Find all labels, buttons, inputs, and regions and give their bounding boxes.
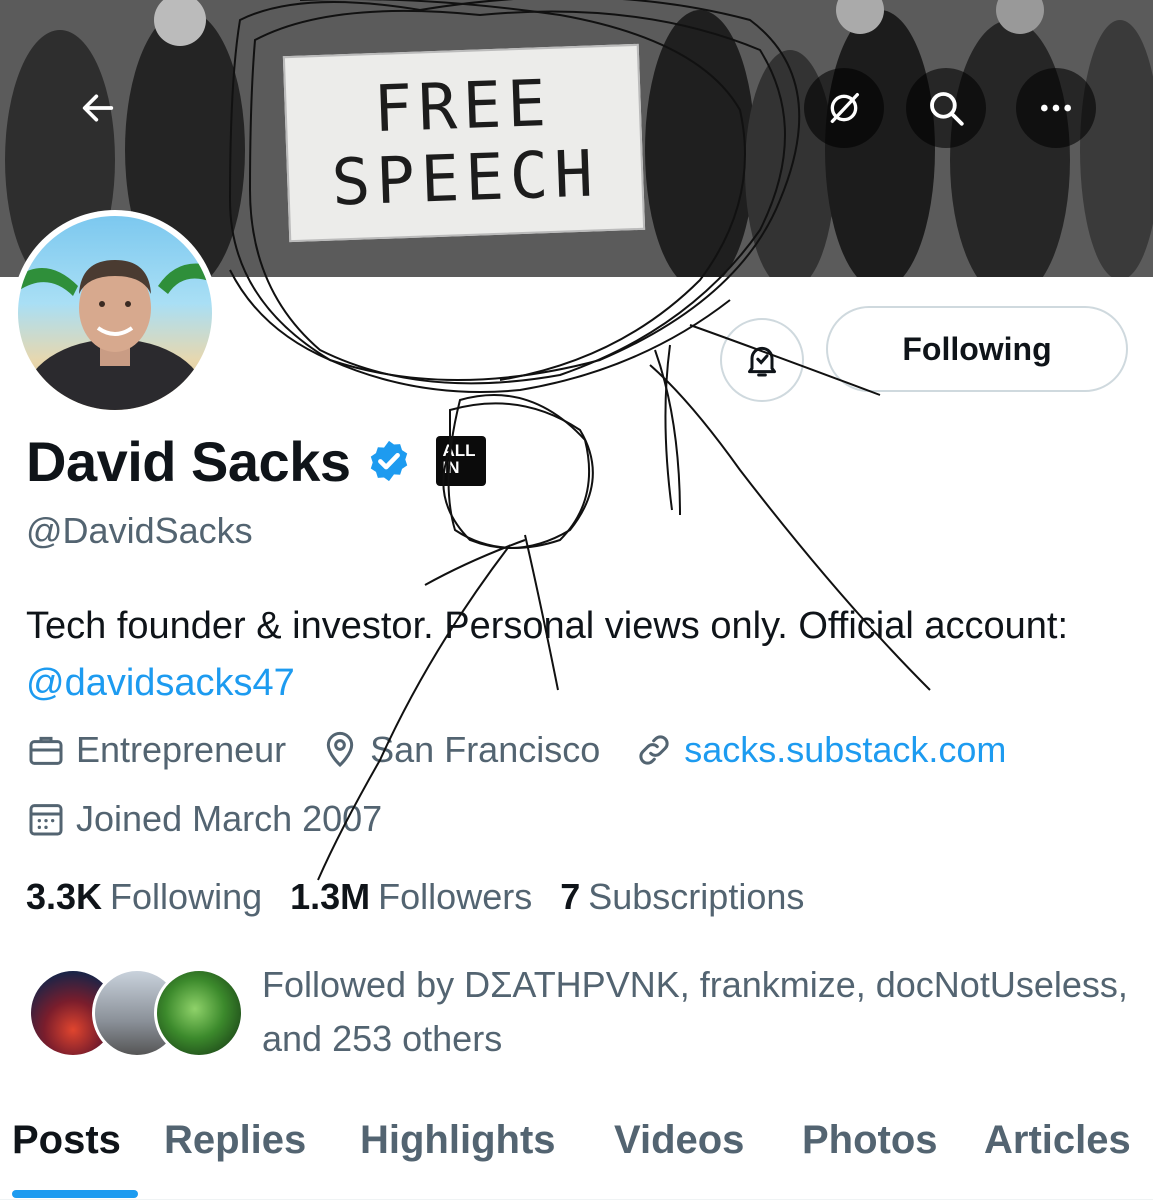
more-icon [1041, 104, 1071, 112]
bio-mention-link[interactable]: @davidsacks47 [26, 662, 295, 704]
location-text: San Francisco [370, 729, 601, 770]
briefcase-icon [29, 736, 63, 765]
followed-by-avatars[interactable] [28, 968, 244, 1060]
followers-stat[interactable]: 1.3M Followers [290, 876, 532, 918]
profile-avatar[interactable] [12, 210, 218, 416]
affiliation-badge[interactable]: ALL IN [436, 436, 487, 486]
profile-tabs: Posts Replies Highlights Videos Photos A… [0, 1110, 1153, 1200]
location-item: San Francisco [320, 729, 600, 771]
joined-item: Joined March 2007 [26, 798, 382, 840]
follower-avatar [154, 968, 244, 1058]
profile-name-row: David Sacks ALL IN [26, 428, 487, 494]
joined-text: Joined March 2007 [76, 798, 383, 839]
search-button[interactable] [906, 68, 986, 148]
tab-videos[interactable]: Videos [614, 1118, 744, 1163]
website-item[interactable]: sacks.substack.com [634, 729, 1006, 771]
profile-stats: 3.3K Following 1.3M Followers 7 Subscriptio… [26, 875, 832, 919]
following-button[interactable]: Following [826, 306, 1128, 392]
profession-text: Entrepreneur [76, 729, 287, 770]
grok-button[interactable] [804, 68, 884, 148]
tab-photos[interactable]: Photos [802, 1118, 938, 1163]
tab-posts[interactable]: Posts [12, 1118, 121, 1163]
bell-icon [748, 346, 776, 377]
sign-line-1: FREE [372, 66, 554, 148]
avatar-image [18, 216, 212, 410]
display-name: David Sacks [26, 429, 351, 493]
following-label: Following [110, 876, 263, 917]
subscriptions-label: Subscriptions [588, 876, 805, 917]
calendar-icon [29, 804, 63, 836]
back-button[interactable] [58, 68, 138, 148]
following-count: 3.3K [26, 876, 103, 917]
following-stat[interactable]: 3.3K Following [26, 876, 262, 918]
link-icon [639, 735, 669, 765]
search-icon [930, 92, 964, 126]
more-button[interactable] [1016, 68, 1096, 148]
sign-line-2: SPEECH [330, 137, 601, 221]
verified-badge-icon[interactable] [366, 438, 412, 484]
banner-sign: FREE SPEECH [282, 43, 646, 243]
profession-item: Entrepreneur [26, 729, 286, 771]
followers-label: Followers [378, 876, 533, 917]
grok-icon [830, 93, 859, 124]
subscriptions-count: 7 [560, 876, 581, 917]
tab-articles[interactable]: Articles [984, 1118, 1131, 1163]
notifications-button[interactable] [720, 318, 804, 402]
joined-row: Joined March 2007 [26, 797, 416, 841]
tab-replies[interactable]: Replies [164, 1118, 306, 1163]
location-pin-icon [326, 731, 354, 768]
website-link[interactable]: sacks.substack.com [684, 729, 1006, 771]
profile-handle: @DavidSacks [26, 510, 253, 551]
followers-count: 1.3M [290, 876, 371, 917]
tab-highlights[interactable]: Highlights [360, 1118, 556, 1163]
profile-meta-row: Entrepreneur San Francisco sacks.substac… [26, 728, 1040, 772]
profile-bio: Tech founder & investor. Personal views … [26, 598, 1126, 712]
bio-text: Tech founder & investor. Personal views … [26, 605, 1069, 647]
active-tab-indicator [12, 1190, 138, 1198]
subscriptions-stat[interactable]: 7 Subscriptions [560, 876, 804, 918]
arrow-left-icon [82, 94, 114, 122]
followed-by-text[interactable]: Followed by DΣATHPVNK, frankmize, docNot… [262, 958, 1132, 1066]
